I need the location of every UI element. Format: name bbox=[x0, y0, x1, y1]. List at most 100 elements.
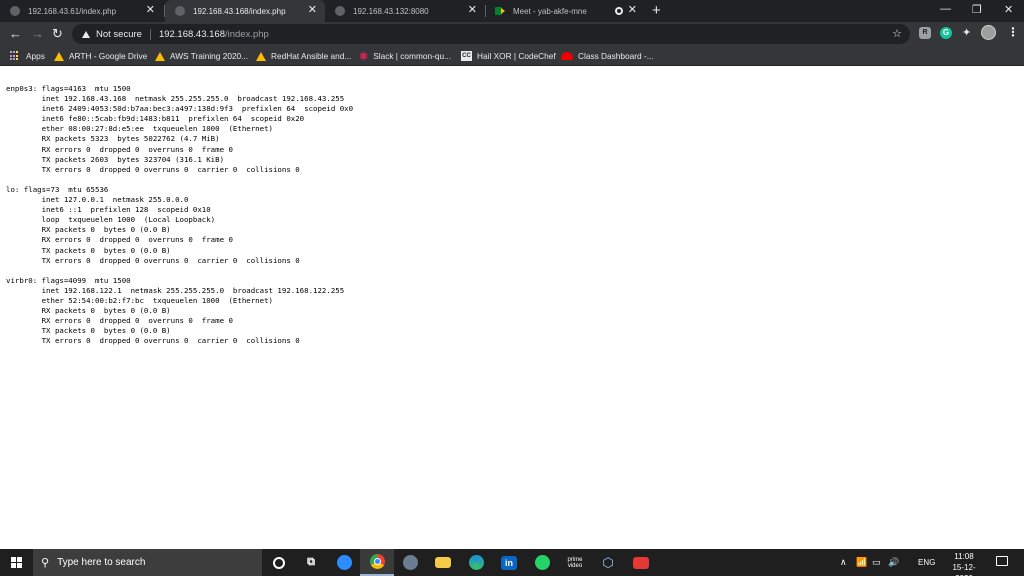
tab-192-168-43-132[interactable]: 192.168.43.132:8080 ✕ bbox=[325, 0, 485, 22]
bookmark-label: ARTH - Google Drive bbox=[69, 51, 148, 61]
meet-icon bbox=[495, 6, 505, 16]
back-button[interactable]: ← bbox=[9, 26, 22, 42]
tab-title: 192.168.43.132:8080 bbox=[353, 6, 429, 16]
address-bar[interactable]: Not secure 192.168.43.168 /index.php ☆ bbox=[72, 24, 910, 44]
grammarly-icon[interactable]: G bbox=[940, 27, 952, 39]
network-icon[interactable]: 📶 bbox=[856, 557, 867, 568]
edge-icon bbox=[468, 555, 484, 570]
google-drive-icon bbox=[256, 51, 266, 61]
taskbar-file-explorer[interactable] bbox=[426, 549, 460, 576]
task-view-icon: ⧉ bbox=[307, 556, 315, 568]
language-indicator[interactable]: ENG bbox=[918, 558, 935, 567]
whatsapp-icon bbox=[534, 555, 550, 570]
taskbar-chrome[interactable] bbox=[360, 549, 394, 576]
taskbar-clock[interactable]: 11:08 15-12-2020 bbox=[944, 551, 984, 584]
extension-icon[interactable]: R bbox=[919, 27, 931, 39]
tab-close-icon[interactable]: ✕ bbox=[146, 5, 155, 16]
tab-title: 192.168.43.168/index.php bbox=[193, 6, 286, 16]
volume-icon[interactable]: 🔊 bbox=[888, 557, 899, 568]
video-label: video bbox=[567, 562, 583, 569]
google-drive-icon bbox=[54, 51, 64, 61]
redhat-icon bbox=[561, 52, 573, 60]
bookmark-arth-drive[interactable]: ARTH - Google Drive bbox=[54, 49, 147, 63]
url-host: 192.168.43.168 bbox=[158, 28, 225, 40]
warning-icon bbox=[82, 30, 90, 38]
url-path: /index.php bbox=[224, 28, 269, 40]
photos-icon bbox=[402, 555, 418, 570]
bookmark-label: Class Dashboard -... bbox=[578, 51, 654, 61]
bookmark-label: RedHat Ansible and... bbox=[271, 51, 352, 61]
taskbar-edge[interactable] bbox=[459, 549, 493, 576]
bookmark-codechef[interactable]: CC Hail XOR | CodeChef bbox=[461, 49, 556, 63]
globe-icon bbox=[10, 6, 20, 16]
page-content: enp0s3: flags=4163 mtu 1500 inet 192.168… bbox=[0, 66, 1024, 547]
windows-taskbar: ⚲ Type here to search ⧉ in prime video ⬡… bbox=[0, 549, 1024, 583]
bookmark-apps[interactable]: Apps bbox=[10, 49, 45, 63]
search-icon: ⚲ bbox=[41, 557, 50, 569]
globe-icon bbox=[175, 6, 185, 16]
bookmarks-bar: Apps ARTH - Google Drive AWS Training 20… bbox=[0, 46, 1024, 66]
tab-title: 192.168.43.61/index.php bbox=[28, 6, 117, 16]
folder-icon bbox=[435, 557, 451, 568]
clock-date: 15-12-2020 bbox=[952, 563, 976, 583]
chrome-icon bbox=[369, 554, 385, 569]
close-window-button[interactable]: ✕ bbox=[1004, 3, 1013, 16]
profile-avatar[interactable] bbox=[981, 25, 996, 40]
cortana-icon bbox=[273, 556, 285, 569]
task-view-button[interactable]: ⧉ bbox=[294, 549, 328, 576]
reload-button[interactable]: ↻ bbox=[52, 26, 63, 42]
taskbar-photos[interactable] bbox=[393, 549, 427, 576]
bookmark-aws-training[interactable]: AWS Training 2020... bbox=[155, 49, 248, 63]
tab-close-icon[interactable]: ✕ bbox=[308, 5, 317, 16]
tab-meet[interactable]: Meet - yab-akfe-mne ✕ bbox=[485, 0, 645, 22]
windows-start-icon[interactable] bbox=[11, 557, 22, 568]
cortana-button[interactable] bbox=[262, 549, 296, 576]
bookmark-class-dashboard[interactable]: Class Dashboard -... bbox=[561, 49, 654, 63]
browser-toolbar: ← → ↻ Not secure 192.168.43.168 /index.p… bbox=[0, 22, 1024, 46]
maximize-button[interactable]: ❐ bbox=[972, 3, 982, 16]
codechef-icon: CC bbox=[461, 51, 472, 61]
forward-button[interactable]: → bbox=[31, 26, 44, 42]
linkedin-icon: in bbox=[501, 555, 517, 570]
tray-chevron-icon[interactable]: ∧ bbox=[840, 557, 847, 568]
tab-strip: 192.168.43.61/index.php ✕ 192.168.43.168… bbox=[0, 0, 1024, 22]
taskbar-virtualbox[interactable]: ⬡ bbox=[591, 549, 625, 576]
taskbar-linkedin[interactable]: in bbox=[492, 549, 526, 576]
bookmark-label: Apps bbox=[26, 51, 45, 61]
bookmark-star-icon[interactable]: ☆ bbox=[892, 27, 902, 40]
bookmark-label: Slack | common-qu... bbox=[373, 51, 451, 61]
globe-icon bbox=[335, 6, 345, 16]
tab-close-icon[interactable]: ✕ bbox=[628, 5, 637, 16]
extensions-puzzle-icon[interactable]: ✦ bbox=[962, 26, 971, 39]
new-tab-button[interactable]: + bbox=[652, 2, 661, 19]
browser-menu-icon[interactable]: ⋮ bbox=[1007, 25, 1019, 39]
security-label[interactable]: Not secure bbox=[96, 29, 142, 40]
zoom-icon bbox=[336, 555, 352, 570]
prime-video-icon: prime video bbox=[567, 556, 583, 570]
address-separator bbox=[149, 28, 151, 40]
recording-icon bbox=[615, 7, 623, 15]
minimize-button[interactable]: — bbox=[940, 3, 951, 15]
clock-time: 11:08 bbox=[954, 552, 974, 561]
tab-192-168-43-61[interactable]: 192.168.43.61/index.php ✕ bbox=[0, 0, 163, 22]
app-icon bbox=[633, 556, 649, 569]
apps-grid-icon bbox=[10, 51, 20, 61]
bookmark-slack[interactable]: ✱ Slack | common-qu... bbox=[359, 49, 451, 63]
taskbar-zoom[interactable] bbox=[327, 549, 361, 576]
bookmark-redhat-ansible[interactable]: RedHat Ansible and... bbox=[256, 49, 351, 63]
battery-icon[interactable]: ▭ bbox=[872, 557, 881, 568]
virtualbox-icon: ⬡ bbox=[602, 554, 614, 570]
bookmark-label: AWS Training 2020... bbox=[170, 51, 249, 61]
tab-192-168-43-168[interactable]: 192.168.43.168/index.php ✕ bbox=[165, 0, 325, 22]
taskbar-whatsapp[interactable] bbox=[525, 549, 559, 576]
ifconfig-output: enp0s3: flags=4163 mtu 1500 inet 192.168… bbox=[6, 84, 354, 346]
tab-close-icon[interactable]: ✕ bbox=[468, 5, 477, 16]
taskbar-search-box[interactable]: ⚲ Type here to search bbox=[33, 549, 262, 576]
tab-title: Meet - yab-akfe-mne bbox=[513, 6, 587, 16]
taskbar-prime-video[interactable]: prime video bbox=[558, 549, 592, 576]
taskbar-red-app[interactable] bbox=[624, 549, 658, 576]
search-placeholder: Type here to search bbox=[57, 557, 146, 568]
slack-icon: ✱ bbox=[359, 50, 369, 63]
bookmark-label: Hail XOR | CodeChef bbox=[477, 51, 556, 61]
notification-center-icon[interactable] bbox=[996, 556, 1008, 566]
